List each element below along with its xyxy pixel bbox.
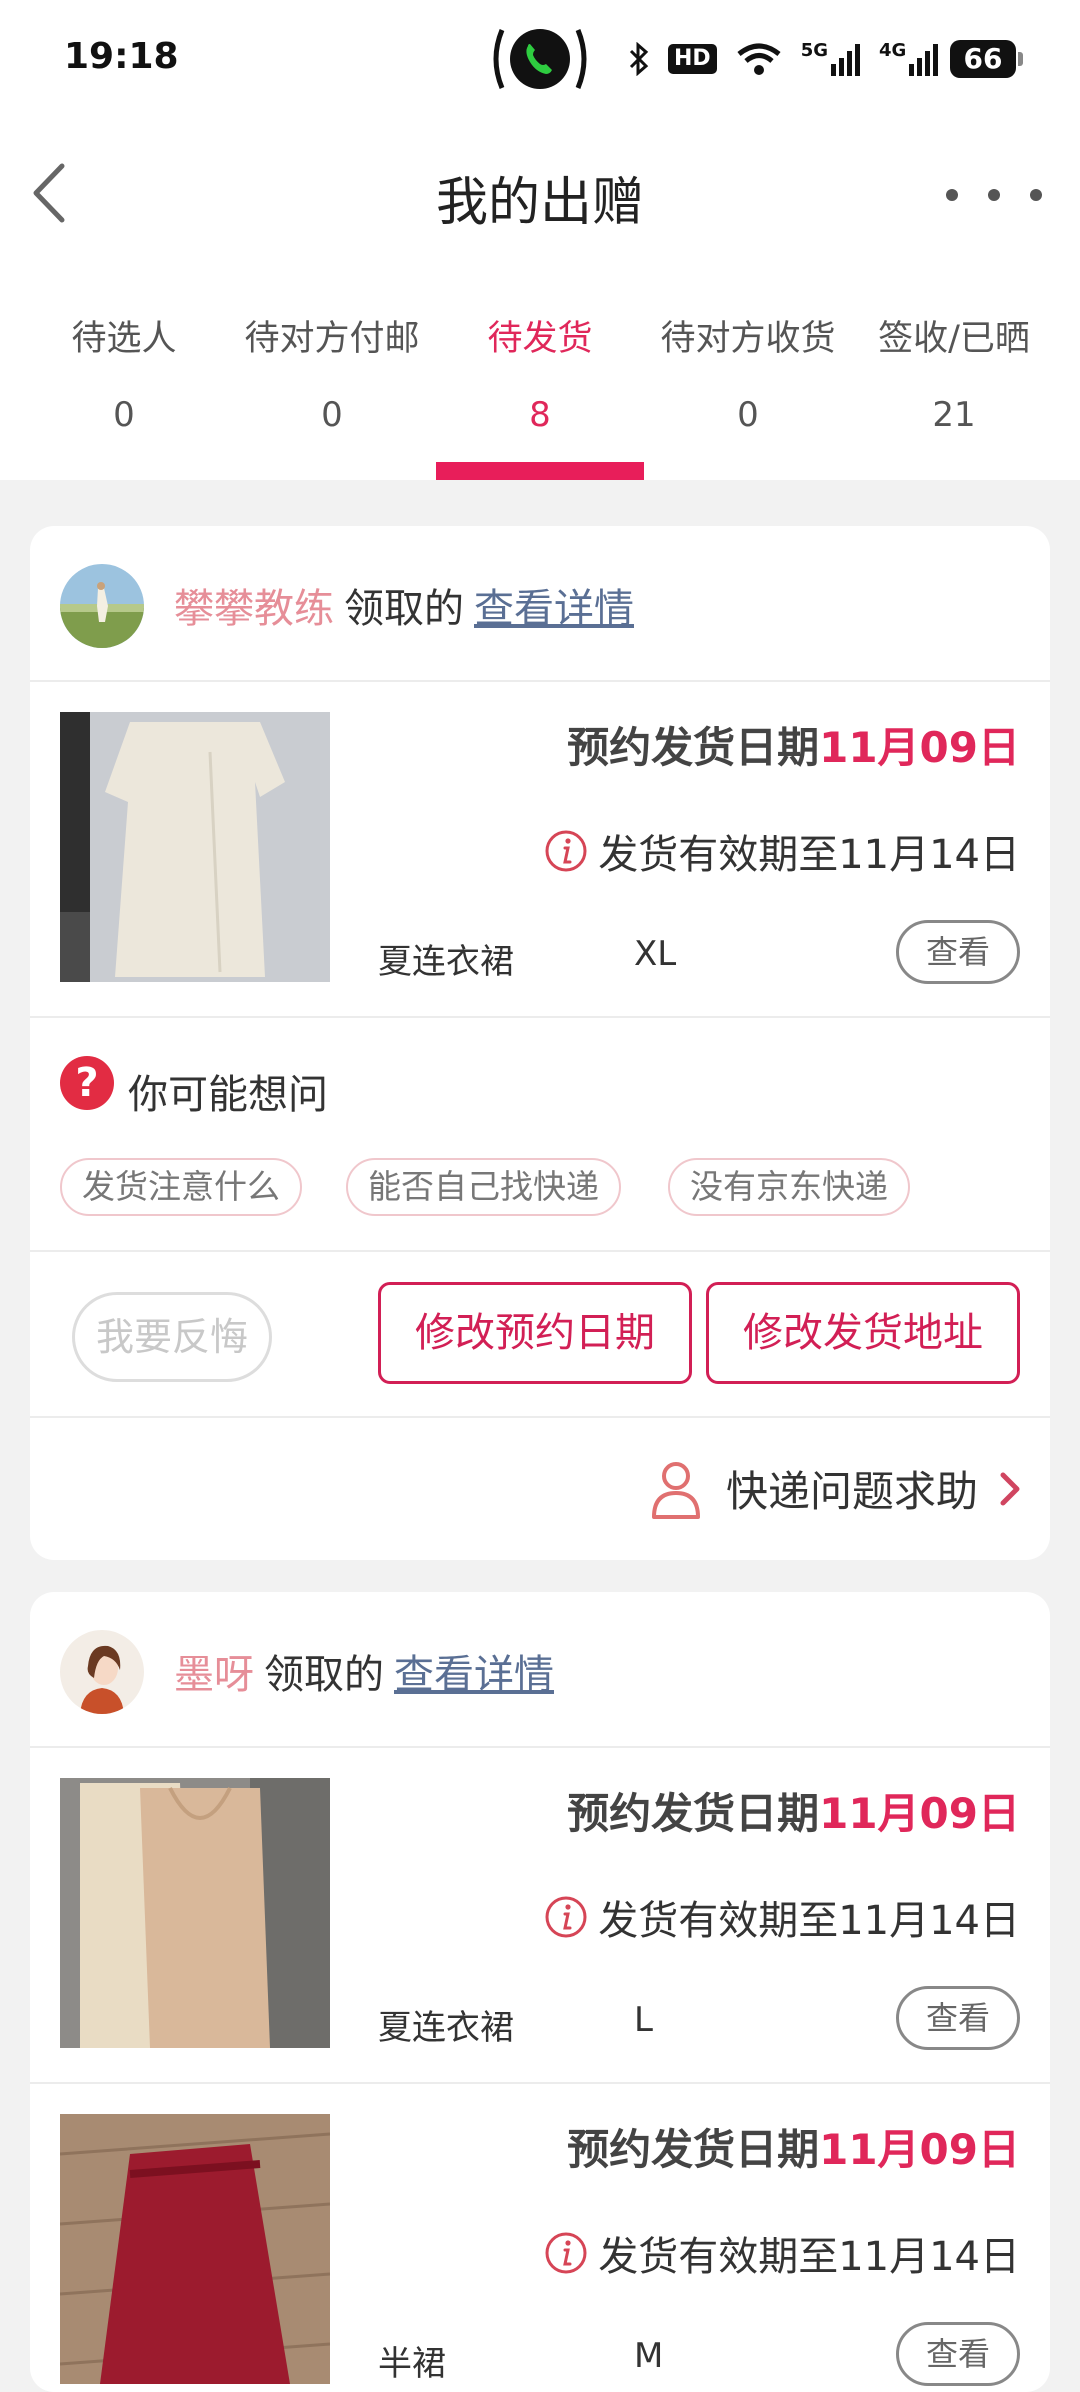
chevron-right-icon: [1000, 1472, 1020, 1505]
tab-count: 0: [113, 395, 135, 435]
question-icon: ?: [60, 1056, 114, 1110]
gift-item: 预约发货日期11月09日 发货有效期至11月14日 夏连衣裙 L 查看: [30, 1748, 1050, 2084]
change-date-button[interactable]: 修改预约日期: [378, 1282, 692, 1384]
more-options-icon[interactable]: [946, 185, 1042, 205]
item-size: M: [634, 2336, 664, 2376]
change-address-button[interactable]: 修改发货地址: [706, 1282, 1020, 1384]
ship-date-value: 11月09日: [819, 2125, 1020, 2174]
signal-4g-icon: 4G: [879, 42, 939, 76]
item-name: 夏连衣裙: [378, 2008, 514, 2048]
bluetooth-icon: [629, 42, 649, 76]
item-photo[interactable]: [60, 712, 330, 982]
card-header: 墨呀 领取的 查看详情: [30, 1592, 1050, 1748]
item-name: 夏连衣裙: [378, 942, 514, 982]
tab-label: 待对方收货: [660, 319, 836, 359]
view-details-link[interactable]: 查看详情: [474, 586, 634, 632]
scheduled-ship-date: 预约发货日期11月09日: [567, 2116, 1020, 2177]
view-button[interactable]: 查看: [896, 1986, 1020, 2050]
tab-pending-postage[interactable]: 待对方付邮 0: [224, 310, 440, 435]
avatar[interactable]: [60, 1630, 144, 1714]
tab-label: 待对方付邮: [244, 319, 420, 359]
tab-signed-shared[interactable]: 签收/已晒 21: [846, 310, 1062, 435]
hd-icon: HD: [668, 44, 717, 74]
item-photo[interactable]: [60, 1778, 330, 2048]
claim-info: 墨呀 领取的 查看详情: [174, 1642, 554, 1700]
faq-chip[interactable]: 发货注意什么: [60, 1158, 302, 1216]
card-header: 攀攀教练 领取的 查看详情: [30, 526, 1050, 682]
tab-pending-shipment[interactable]: 待发货 8: [432, 310, 648, 435]
ship-validity: 发货有效期至11月14日: [544, 822, 1020, 880]
faq-title: 你可能想问: [128, 1072, 328, 1118]
faq-chip[interactable]: 没有京东快递: [668, 1158, 910, 1216]
status-icons: HD 5G 4G: [628, 36, 939, 82]
help-text: 快递问题求助: [725, 1467, 978, 1516]
claim-info: 攀攀教练 领取的 查看详情: [174, 576, 634, 634]
tab-label: 待选人: [71, 319, 177, 359]
regret-button[interactable]: 我要反悔: [72, 1292, 272, 1382]
ship-date-label: 预约发货日期: [567, 2125, 820, 2174]
tab-label: 待发货: [487, 319, 593, 359]
courier-help[interactable]: 快递问题求助: [30, 1418, 1050, 1560]
ship-date-value: 11月09日: [819, 1789, 1020, 1838]
signal-5g-icon: 5G: [801, 42, 861, 76]
faq-section: ? 你可能想问 发货注意什么 能否自己找快递 没有京东快递: [30, 1018, 1050, 1252]
claimer-name[interactable]: 墨呀: [174, 1652, 254, 1698]
tab-pending-receipt[interactable]: 待对方收货 0: [640, 310, 856, 435]
view-button[interactable]: 查看: [896, 2322, 1020, 2386]
info-icon[interactable]: [544, 2231, 588, 2275]
status-tabs: 待选人 0 待对方付邮 0 待发货 8 待对方收货 0 签收/已晒 21: [0, 310, 1080, 480]
claimer-name[interactable]: 攀攀教练: [174, 586, 334, 632]
call-icon[interactable]: [488, 22, 592, 96]
app-header: 我的出赠: [0, 130, 1080, 260]
validity-text: 发货有效期至11月14日: [598, 832, 1020, 878]
scheduled-ship-date: 预约发货日期11月09日: [567, 714, 1020, 775]
view-details-link[interactable]: 查看详情: [394, 1652, 554, 1698]
card-actions: 我要反悔 修改预约日期 修改发货地址: [30, 1252, 1050, 1418]
gift-item: 预约发货日期11月09日 发货有效期至11月14日 半裙 M 查看: [30, 2084, 1050, 2392]
faq-chip[interactable]: 能否自己找快递: [346, 1158, 621, 1216]
scheduled-ship-date: 预约发货日期11月09日: [567, 1780, 1020, 1841]
active-tab-indicator: [436, 462, 644, 480]
tab-label: 签收/已晒: [878, 319, 1030, 359]
item-size: L: [634, 2000, 653, 2040]
info-icon[interactable]: [544, 829, 588, 873]
view-button[interactable]: 查看: [896, 920, 1020, 984]
page-title: 我的出赠: [435, 173, 644, 233]
ship-date-label: 预约发货日期: [567, 1789, 820, 1838]
tab-pending-select[interactable]: 待选人 0: [16, 310, 232, 435]
info-icon[interactable]: [544, 1895, 588, 1939]
user-icon: [651, 1461, 700, 1519]
status-bar: 19:18 HD 5G 4G 66: [0, 0, 1080, 115]
gift-card: 攀攀教练 领取的 查看详情 预约发货日期11月09日 发货有效期至11月14日 夏连…: [30, 526, 1050, 1560]
item-size: XL: [634, 934, 677, 974]
tab-count: 0: [321, 395, 343, 435]
tab-count: 0: [737, 395, 759, 435]
ship-validity: 发货有效期至11月14日: [544, 1888, 1020, 1946]
gift-card: 墨呀 领取的 查看详情 预约发货日期11月09日 发货有效期至11月14日 夏连衣裙…: [30, 1592, 1050, 2392]
status-time: 19:18: [64, 36, 179, 77]
gift-item: 预约发货日期11月09日 发货有效期至11月14日 夏连衣裙 XL 查看: [30, 682, 1050, 1018]
battery-indicator: 66: [950, 40, 1023, 78]
tab-count: 21: [932, 395, 976, 435]
ship-date-value: 11月09日: [819, 723, 1020, 772]
claim-word: 领取的: [344, 586, 464, 632]
tab-count: 8: [529, 395, 551, 435]
avatar[interactable]: [60, 564, 144, 648]
validity-text: 发货有效期至11月14日: [598, 2234, 1020, 2280]
claim-word: 领取的: [264, 1652, 384, 1698]
ship-validity: 发货有效期至11月14日: [544, 2224, 1020, 2282]
validity-text: 发货有效期至11月14日: [598, 1898, 1020, 1944]
ship-date-label: 预约发货日期: [567, 723, 820, 772]
item-photo[interactable]: [60, 2114, 330, 2384]
wifi-icon: [737, 43, 781, 75]
item-name: 半裙: [378, 2344, 446, 2384]
